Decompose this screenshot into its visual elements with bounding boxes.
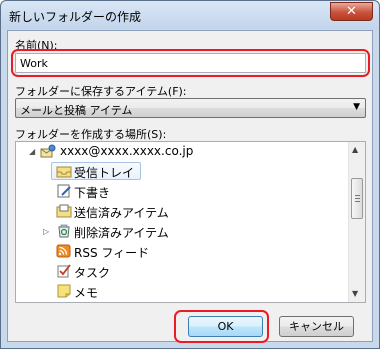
folder-tree[interactable]: ◢ xxxx@xxxx.xxxx.co.jp 受信トレイ 下書き 送信済みアイテ… xyxy=(15,141,366,303)
tree-item-rss[interactable]: RSS フィード xyxy=(16,242,346,261)
tree-scrollbar[interactable]: ▲ ▼ xyxy=(348,142,365,302)
tree-item-notes[interactable]: メモ xyxy=(16,282,346,301)
notes-icon xyxy=(57,284,71,298)
tree-item-account[interactable]: ◢ xxxx@xxxx.xxxx.co.jp xyxy=(16,142,346,161)
tree-item-deleted[interactable]: ▷ 削除済みアイテム xyxy=(16,222,346,241)
close-button[interactable]: ✕ xyxy=(330,2,373,21)
close-icon: ✕ xyxy=(346,4,357,19)
folder-name-input[interactable] xyxy=(15,53,366,73)
tree-item-label: 送信済みアイテム xyxy=(74,206,169,220)
folder-contains-dropdown[interactable]: メールと投稿 アイテム ▼ xyxy=(15,98,366,118)
collapse-icon[interactable]: ◢ xyxy=(29,147,35,156)
rss-icon xyxy=(56,244,71,258)
dropdown-arrow-icon: ▼ xyxy=(353,102,360,112)
name-label: 名前(N): xyxy=(15,39,58,52)
dropdown-value: メールと投稿 アイテム xyxy=(20,104,133,117)
tree-item-label: 受信トレイ xyxy=(74,166,135,180)
tree-item-inbox[interactable]: 受信トレイ xyxy=(16,162,346,181)
scroll-thumb[interactable] xyxy=(351,178,363,219)
dialog-body: 名前(N): フォルダーに保存するアイテム(F): メールと投稿 アイテム ▼ … xyxy=(7,30,373,343)
scroll-up-icon[interactable]: ▲ xyxy=(352,145,358,154)
sent-items-icon xyxy=(56,204,72,218)
mail-account-icon xyxy=(40,144,56,158)
tree-item-label: タスク xyxy=(74,266,111,280)
tree-item-label: RSS フィード xyxy=(74,246,150,260)
tree-item-drafts[interactable]: 下書き xyxy=(16,182,346,201)
tree-item-label: xxxx@xxxx.xxxx.co.jp xyxy=(60,144,194,158)
contains-label: フォルダーに保存するアイテム(F): xyxy=(15,85,187,98)
tree-item-sent[interactable]: 送信済みアイテム xyxy=(16,202,346,221)
location-label: フォルダーを作成する場所(S): xyxy=(15,128,167,141)
deleted-items-icon xyxy=(58,224,70,238)
drafts-icon xyxy=(57,184,71,198)
title-bar[interactable]: 新しいフォルダーの作成 ✕ xyxy=(1,1,379,29)
expand-icon[interactable]: ▷ xyxy=(43,227,49,236)
cancel-button[interactable]: キャンセル xyxy=(279,316,354,337)
ok-button[interactable]: OK xyxy=(188,316,263,337)
inbox-icon xyxy=(56,166,72,178)
tree-item-tasks[interactable]: タスク xyxy=(16,262,346,281)
scroll-down-icon[interactable]: ▼ xyxy=(352,289,358,298)
tasks-icon xyxy=(57,264,71,278)
tree-item-label: 下書き xyxy=(74,186,111,200)
tree-item-label: メモ xyxy=(74,286,99,300)
new-folder-dialog: 新しいフォルダーの作成 ✕ 名前(N): フォルダーに保存するアイテム(F): … xyxy=(0,0,380,349)
dialog-title: 新しいフォルダーの作成 xyxy=(9,10,142,24)
tree-item-label: 削除済みアイテム xyxy=(74,226,169,240)
